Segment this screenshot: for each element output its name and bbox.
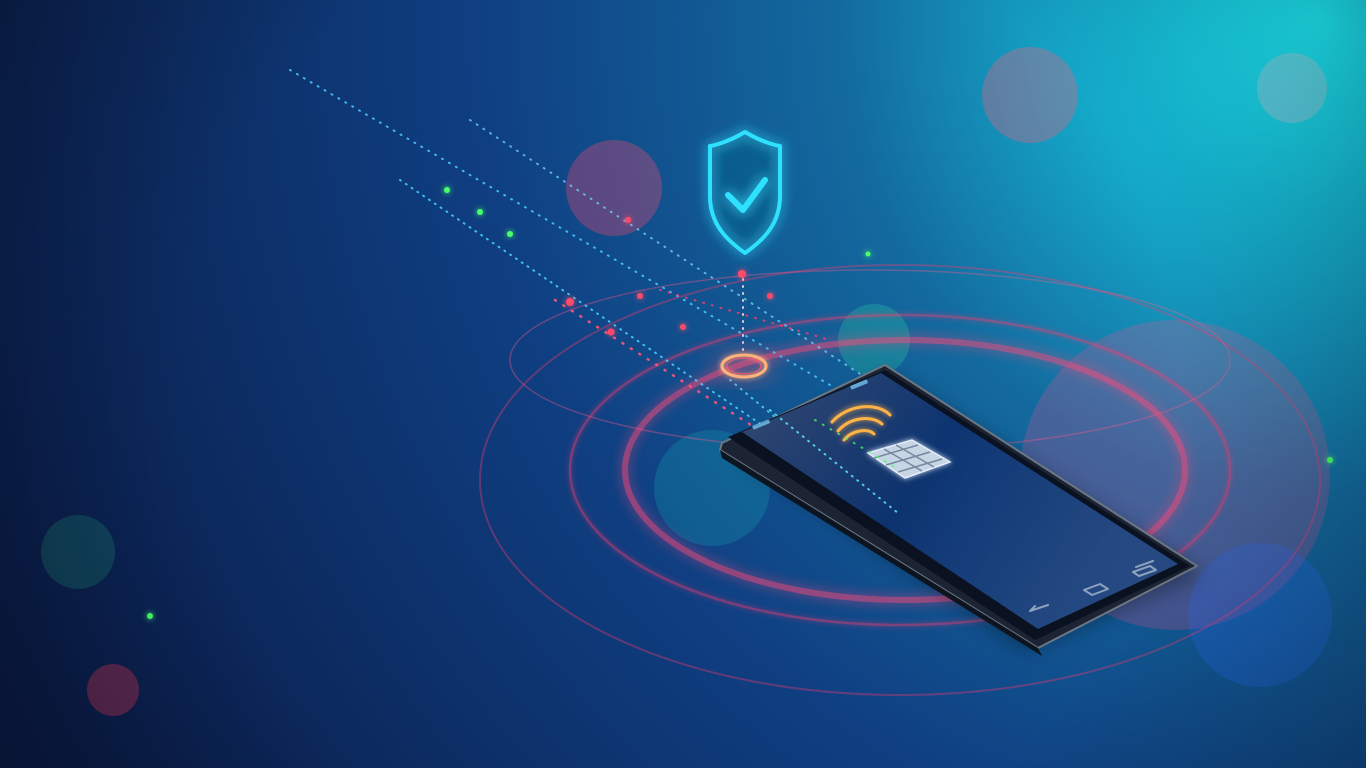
illustration: [0, 0, 1366, 768]
secure-payment-illustration: [0, 0, 1366, 768]
vignette: [0, 0, 1366, 768]
